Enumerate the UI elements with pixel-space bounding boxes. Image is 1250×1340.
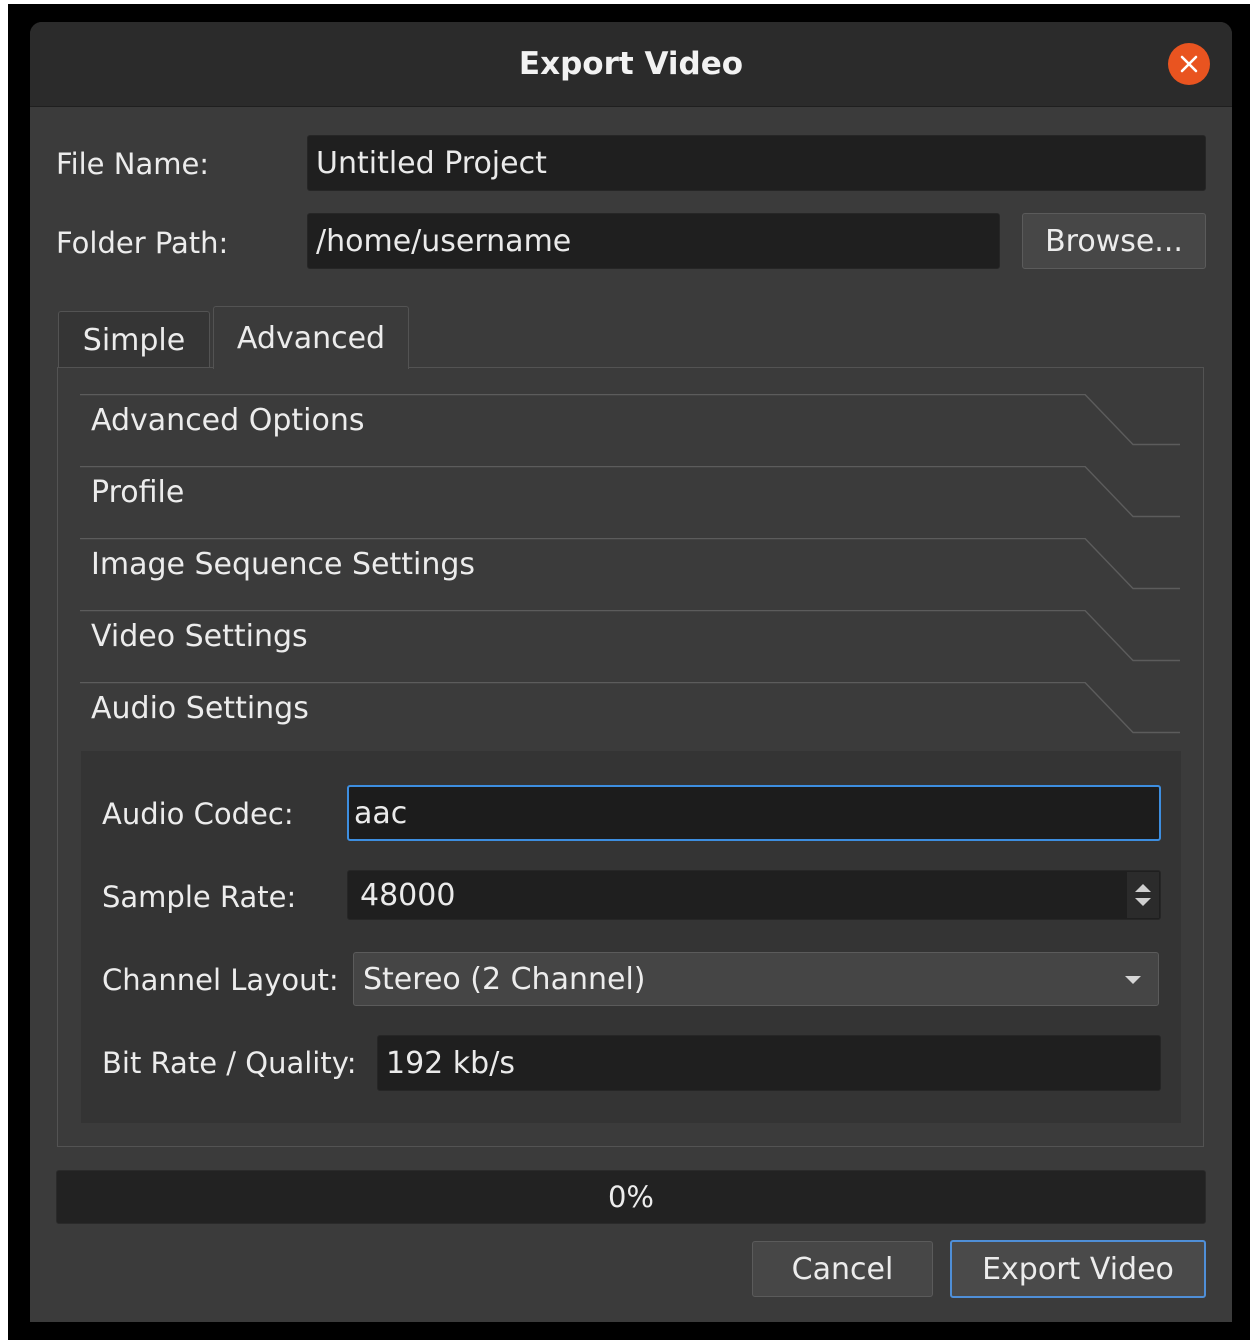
file-name-value: Untitled Project xyxy=(316,145,547,181)
tab-advanced-label: Advanced xyxy=(236,320,386,356)
audio-settings-panel: Audio Codec: aac Sample Rate: 48000 Chan… xyxy=(81,751,1181,1123)
title-bar: Export Video xyxy=(30,22,1232,107)
close-button[interactable] xyxy=(1168,43,1210,85)
section-profile-label: Profile xyxy=(91,475,185,510)
dialog-title: Export Video xyxy=(518,46,744,82)
section-image-sequence-settings[interactable]: Image Sequence Settings xyxy=(80,538,1180,610)
section-advanced-options[interactable]: Advanced Options xyxy=(80,394,1180,466)
chevron-down-icon xyxy=(1125,976,1141,984)
tab-simple-label: Simple xyxy=(82,322,186,358)
sample-rate-spinbox[interactable]: 48000 xyxy=(347,870,1161,920)
sample-rate-value: 48000 xyxy=(360,877,456,913)
section-header-outline xyxy=(80,466,1180,518)
audio-codec-value: aac xyxy=(354,795,408,831)
close-icon xyxy=(1180,55,1198,73)
section-audio-settings[interactable]: Audio Settings xyxy=(80,682,1180,754)
section-video-settings-label: Video Settings xyxy=(91,619,308,654)
spin-down-icon[interactable] xyxy=(1134,897,1152,907)
progress-text: 0% xyxy=(607,1180,654,1214)
channel-layout-label: Channel Layout: xyxy=(102,963,339,997)
sample-rate-label: Sample Rate: xyxy=(102,880,297,914)
bit-rate-input[interactable]: 192 kb/s xyxy=(377,1035,1161,1091)
audio-codec-input[interactable]: aac xyxy=(347,785,1161,841)
cancel-button[interactable]: Cancel xyxy=(752,1241,933,1297)
export-video-button[interactable]: Export Video xyxy=(950,1240,1206,1298)
export-video-dialog: Export Video File Name: Untitled Project… xyxy=(30,22,1232,1322)
section-video-settings[interactable]: Video Settings xyxy=(80,610,1180,682)
export-progress-bar: 0% xyxy=(56,1170,1206,1224)
file-name-label: File Name: xyxy=(56,147,210,181)
spin-up-icon[interactable] xyxy=(1134,883,1152,893)
section-audio-settings-label: Audio Settings xyxy=(91,691,309,726)
channel-layout-value: Stereo (2 Channel) xyxy=(363,961,646,997)
bit-rate-value: 192 kb/s xyxy=(386,1045,515,1081)
folder-path-label: Folder Path: xyxy=(56,226,229,260)
tab-advanced[interactable]: Advanced xyxy=(213,306,409,369)
section-profile[interactable]: Profile xyxy=(80,466,1180,538)
spin-arrows[interactable] xyxy=(1127,872,1159,918)
section-advanced-options-label: Advanced Options xyxy=(91,403,365,438)
browse-button[interactable]: Browse... xyxy=(1022,213,1206,269)
section-image-sequence-settings-label: Image Sequence Settings xyxy=(91,547,476,582)
bit-rate-label: Bit Rate / Quality: xyxy=(102,1046,357,1080)
folder-path-input[interactable]: /home/username xyxy=(307,213,1000,269)
folder-path-value: /home/username xyxy=(316,223,572,259)
channel-layout-select[interactable]: Stereo (2 Channel) xyxy=(353,952,1159,1006)
file-name-input[interactable]: Untitled Project xyxy=(307,135,1206,191)
audio-codec-label: Audio Codec: xyxy=(102,797,294,831)
tab-simple[interactable]: Simple xyxy=(58,311,210,368)
